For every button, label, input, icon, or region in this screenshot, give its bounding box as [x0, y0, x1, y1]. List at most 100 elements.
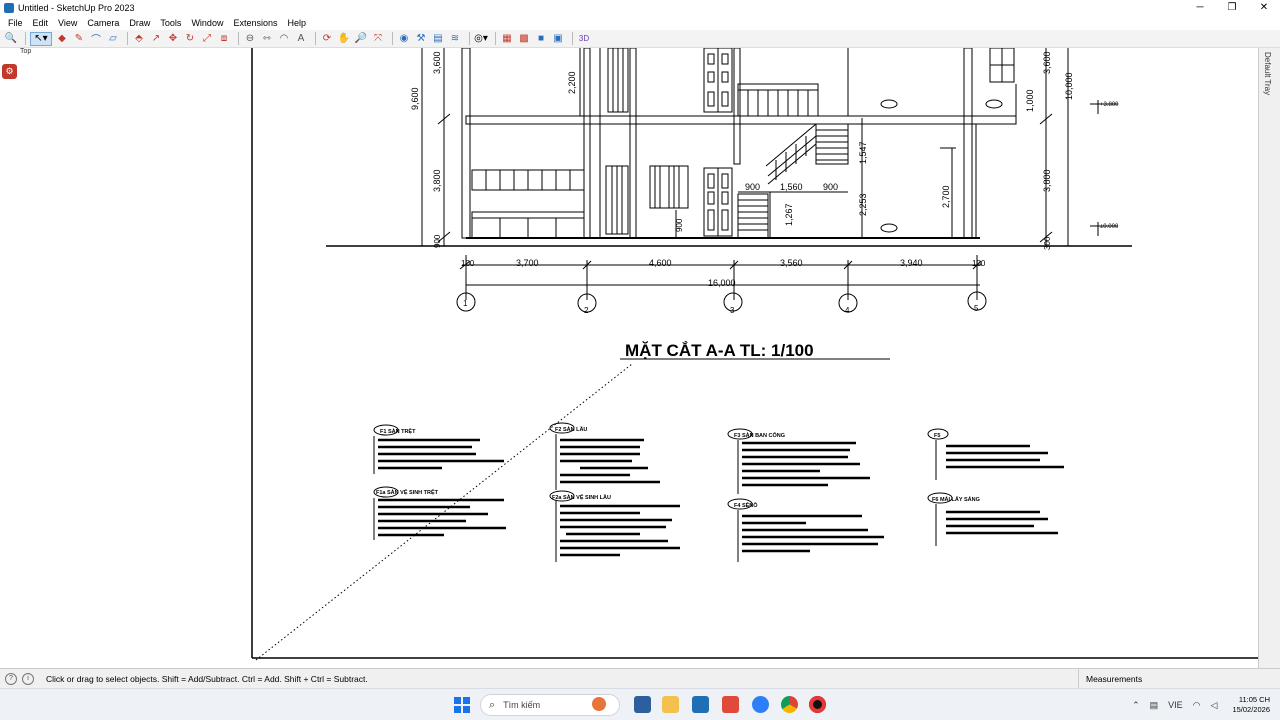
widgets-icon[interactable]	[592, 697, 606, 711]
search-icon[interactable]: 🔍	[4, 32, 18, 46]
wifi-icon[interactable]: ◠	[1193, 700, 1201, 711]
shape-icon[interactable]: ▱	[106, 32, 120, 46]
tag-oval	[985, 99, 1003, 109]
menu-draw[interactable]: Draw	[124, 18, 155, 28]
dim-label: 3,800	[1042, 169, 1052, 192]
title-bar: Untitled - SketchUp Pro 2023 ─ ❐ ✕	[0, 0, 1280, 15]
menu-file[interactable]: File	[3, 18, 28, 28]
extension-warehouse-icon[interactable]: ⚒	[414, 32, 428, 46]
section-plane-icon[interactable]: ▦	[500, 32, 514, 46]
folder-pin-icon[interactable]	[662, 696, 679, 713]
arc-icon[interactable]: ⌒	[89, 32, 103, 46]
floor-slab-level-1	[465, 115, 1017, 125]
dim-label: 900	[745, 182, 760, 192]
menu-extensions[interactable]: Extensions	[228, 18, 282, 28]
menu-edit[interactable]: Edit	[28, 18, 54, 28]
scale-icon[interactable]: ⤢	[200, 32, 214, 46]
menu-window[interactable]: Window	[186, 18, 228, 28]
zoom-icon[interactable]: 🔎	[354, 32, 368, 46]
volume-icon[interactable]: ◁	[1211, 700, 1218, 711]
tag-oval	[880, 99, 898, 109]
geo-location-icon[interactable]: ?	[5, 672, 17, 685]
dimension-icon[interactable]: ⇿	[260, 32, 274, 46]
window-title: Untitled - SketchUp Pro 2023	[18, 2, 135, 13]
zalo-pin-icon[interactable]	[752, 696, 769, 713]
sketchup-pin-icon[interactable]	[692, 696, 709, 713]
text-icon[interactable]: A	[294, 32, 308, 46]
menu-tools[interactable]: Tools	[155, 18, 186, 28]
3d-view-icon[interactable]: 3D	[577, 32, 591, 46]
dim-label: 1,560	[780, 182, 803, 192]
toolbar-separator	[315, 32, 316, 45]
dim-label: 3,800	[432, 169, 442, 192]
language-indicator[interactable]: VIE	[1168, 700, 1183, 710]
menu-camera[interactable]: Camera	[82, 18, 124, 28]
model-viewport[interactable]: 3,600 9,600 2,200 3,800 900 3,600 10,000…	[0, 48, 1258, 668]
note-label: F3 SÀN BAN CÔNG	[734, 431, 785, 439]
tray-label[interactable]: Default Tray	[1263, 52, 1272, 95]
dim-label: 1,267	[784, 203, 794, 226]
layout-icon[interactable]: ▤	[431, 32, 445, 46]
pencil-icon[interactable]: ✎	[72, 32, 86, 46]
section-fill-icon[interactable]: ▩	[517, 32, 531, 46]
info-icon[interactable]: i	[22, 672, 34, 685]
section-display-icon[interactable]: ■	[534, 32, 548, 46]
language-switch-icon[interactable]: ▤	[1150, 700, 1159, 711]
style-builder-icon[interactable]: ≋	[448, 32, 462, 46]
close-button[interactable]: ✕	[1248, 0, 1280, 15]
wall-column	[629, 48, 637, 239]
file-explorer-pin-icon[interactable]	[634, 696, 651, 713]
minimize-button[interactable]: ─	[1184, 0, 1216, 15]
note-label: F6 MÁI LẤY SÁNG	[932, 496, 980, 503]
dim-label: 900	[675, 218, 684, 232]
sketchup-app-icon	[4, 2, 14, 13]
measurements-box[interactable]: Measurements	[1078, 669, 1280, 688]
dim-label: 3,600	[1042, 51, 1052, 74]
move-icon[interactable]: ✥	[166, 32, 180, 46]
dim-label: 3,700	[516, 258, 539, 268]
tray-overflow-icon[interactable]: ⌃	[1132, 700, 1140, 711]
maximize-button[interactable]: ❐	[1216, 0, 1248, 15]
windows-taskbar: ⌕ Tìm kiếm ⌃ ▤ VIE ◠ ◁ 11:05 CH 15/02/20…	[0, 688, 1280, 720]
section-drawing[interactable]: 3,600 9,600 2,200 3,800 900 3,600 10,000…	[0, 48, 1258, 668]
toolbar-separator	[127, 32, 128, 45]
dim-label: 1,000	[1025, 89, 1035, 112]
wall-axis-2	[583, 48, 591, 239]
dim-label: 4,600	[649, 258, 672, 268]
record-pin-icon[interactable]	[809, 696, 826, 713]
default-tray[interactable]: Default Tray	[1258, 48, 1280, 668]
extension-toolbar-icon[interactable]: ⚙	[2, 64, 17, 79]
protractor-icon[interactable]: ◠	[277, 32, 291, 46]
dim-label: 3,600	[432, 51, 442, 74]
menu-view[interactable]: View	[53, 18, 82, 28]
orbit-icon[interactable]: ⟳	[320, 32, 334, 46]
note-label: F4 SÊNÔ	[734, 501, 758, 509]
zoom-extents-icon[interactable]: ⤧	[371, 32, 385, 46]
follow-me-icon[interactable]: ↗	[149, 32, 163, 46]
pan-icon[interactable]: ✋	[337, 32, 351, 46]
offset-icon[interactable]: ⧈	[217, 32, 231, 46]
push-pull-icon[interactable]: ⬘	[132, 32, 146, 46]
menu-help[interactable]: Help	[282, 18, 311, 28]
level-label: +3.800	[1100, 102, 1119, 108]
app-pin-icon[interactable]	[722, 696, 739, 713]
tape-icon[interactable]: ⊖	[243, 32, 257, 46]
user-account-icon[interactable]: ◎▾	[474, 32, 488, 46]
search-icon: ⌕	[489, 698, 496, 711]
start-button[interactable]	[454, 697, 470, 713]
note-group-3	[549, 422, 660, 490]
main-toolbar: 🔍 ↖▾ ◆ ✎ ⌒ ▱ ⬘ ↗ ✥ ↻ ⤢ ⧈ ⊖ ⇿ ◠ A ⟳ ✋ 🔎 ⤧…	[0, 30, 1280, 48]
select-arrow-icon[interactable]: ↖▾	[30, 31, 52, 46]
section-cuts-icon[interactable]: ▣	[551, 32, 565, 46]
clock[interactable]: 11:05 CH 15/02/2026	[1232, 695, 1270, 715]
note-label: F5	[934, 433, 940, 439]
dim-label: 900	[823, 182, 838, 192]
rotate-icon[interactable]: ↻	[183, 32, 197, 46]
warehouse-icon[interactable]: ◉	[397, 32, 411, 46]
eraser-icon[interactable]: ◆	[55, 32, 69, 46]
scene-label[interactable]: Top	[20, 48, 31, 55]
note-group-7	[927, 428, 1064, 480]
stair-handrail	[765, 123, 817, 167]
dim-label: 2,253	[858, 193, 868, 216]
chrome-pin-icon[interactable]	[781, 696, 798, 713]
